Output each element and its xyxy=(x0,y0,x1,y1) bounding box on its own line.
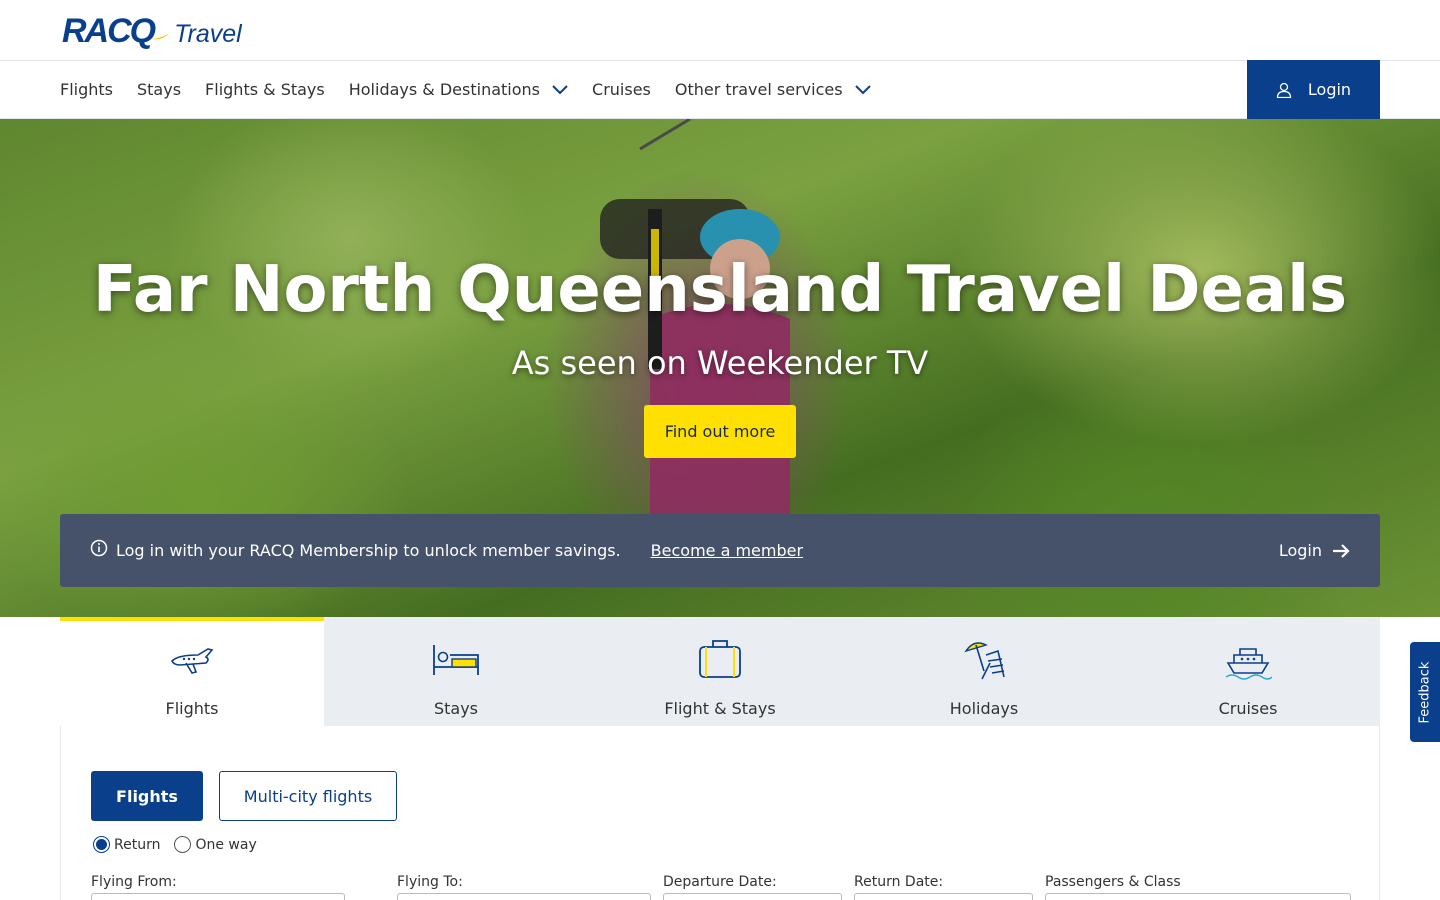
beach-chair-icon xyxy=(964,642,1005,680)
tab-holidays[interactable]: Holidays xyxy=(852,617,1116,726)
member-banner-message: Log in with your RACQ Membership to unlo… xyxy=(116,541,621,560)
return-date-label: Return Date: xyxy=(854,874,944,890)
suitcase-icon xyxy=(699,640,741,678)
flight-search-panel: Flights Multi-city flights Return One wa… xyxy=(60,726,1380,900)
nav-label: Stays xyxy=(137,80,182,99)
search-tabs: Flights Stays Flight & Stays Holidays Cr… xyxy=(60,617,1380,726)
departure-date-label: Departure Date: xyxy=(663,874,777,890)
tab-label: Flight & Stays xyxy=(664,699,776,718)
nav-item-flights[interactable]: Flights xyxy=(60,80,113,99)
tab-cruises[interactable]: Cruises xyxy=(1116,617,1380,726)
nav-item-stays[interactable]: Stays xyxy=(137,80,181,99)
radio-indicator xyxy=(174,836,192,853)
logo-travel-text: Travel xyxy=(174,20,242,48)
feedback-tab[interactable]: Feedback xyxy=(1410,642,1440,742)
chevron-down-icon xyxy=(854,84,871,94)
logo-racq-text: RACQ xyxy=(62,12,156,50)
nav-label: Holidays & Destinations xyxy=(348,80,541,99)
logo-swoosh-icon xyxy=(152,33,171,40)
flying-to-input[interactable] xyxy=(397,893,651,900)
member-login-banner: Log in with your RACQ Membership to unlo… xyxy=(60,514,1380,587)
flying-to-label: Flying To: xyxy=(397,874,463,890)
bed-icon xyxy=(433,645,479,675)
login-button[interactable]: Login xyxy=(1247,60,1380,119)
tab-flights[interactable]: Flights xyxy=(60,617,324,726)
plane-icon xyxy=(171,648,214,674)
tab-flight-stays[interactable]: Flight & Stays xyxy=(588,617,852,726)
tab-label: Flights xyxy=(165,699,219,718)
trip-type-radios: Return One way xyxy=(93,836,257,853)
radio-label: One way xyxy=(195,836,257,853)
nav-label: Cruises xyxy=(592,80,651,99)
passengers-class-label: Passengers & Class xyxy=(1045,874,1181,890)
tab-stays[interactable]: Stays xyxy=(324,617,588,726)
radio-label: Return xyxy=(114,836,161,853)
login-label: Login xyxy=(1307,80,1352,99)
cruise-ship-icon xyxy=(1225,648,1272,680)
racq-travel-logo[interactable]: RACQ Travel xyxy=(62,12,242,51)
nav-item-flights-stays[interactable]: Flights & Stays xyxy=(205,80,325,99)
chevron-down-icon xyxy=(552,84,568,94)
search-mode-toggle: Flights Multi-city flights xyxy=(91,771,397,821)
user-icon xyxy=(1276,82,1292,98)
flying-from-label: Flying From: xyxy=(91,874,177,890)
tab-label: Stays xyxy=(433,699,479,718)
flying-from-input[interactable] xyxy=(91,893,345,900)
info-icon xyxy=(90,539,108,556)
site-header: RACQ Travel xyxy=(0,0,1440,60)
nav-item-holidays-destinations[interactable]: Holidays & Destinations xyxy=(349,80,568,99)
become-member-link[interactable]: Become a member xyxy=(651,541,803,560)
tab-label: Cruises xyxy=(1218,699,1278,718)
tab-label: Holidays xyxy=(949,699,1019,718)
radio-indicator xyxy=(93,836,110,853)
departure-date-input[interactable] xyxy=(663,893,842,900)
nav-label: Flights xyxy=(60,80,113,99)
nav-item-other-travel-services[interactable]: Other travel services xyxy=(675,80,871,99)
find-out-more-button[interactable]: Find out more xyxy=(644,405,796,458)
flights-mode-button[interactable]: Flights xyxy=(91,771,203,821)
member-login-label: Login xyxy=(1278,541,1322,560)
nav-label: Other travel services xyxy=(674,80,843,99)
return-radio[interactable]: Return xyxy=(93,836,160,853)
main-nav: Flights Stays Flights & Stays Holidays &… xyxy=(0,60,1440,119)
hero-title: Far North Queensland Travel Deals xyxy=(92,253,1348,327)
feedback-label: Feedback xyxy=(1417,661,1433,723)
nav-item-cruises[interactable]: Cruises xyxy=(592,80,651,99)
member-login-link[interactable]: Login xyxy=(1279,541,1350,560)
hero-subtitle: As seen on Weekender TV xyxy=(511,344,929,382)
nav-label: Flights & Stays xyxy=(205,80,325,99)
passengers-class-select[interactable] xyxy=(1045,893,1351,900)
multi-city-mode-button[interactable]: Multi-city flights xyxy=(219,771,397,821)
hero-banner: Far North Queensland Travel Deals As see… xyxy=(0,119,1440,617)
return-date-input[interactable] xyxy=(854,893,1033,900)
one-way-radio[interactable]: One way xyxy=(174,836,257,853)
arrow-right-icon xyxy=(1333,543,1350,558)
